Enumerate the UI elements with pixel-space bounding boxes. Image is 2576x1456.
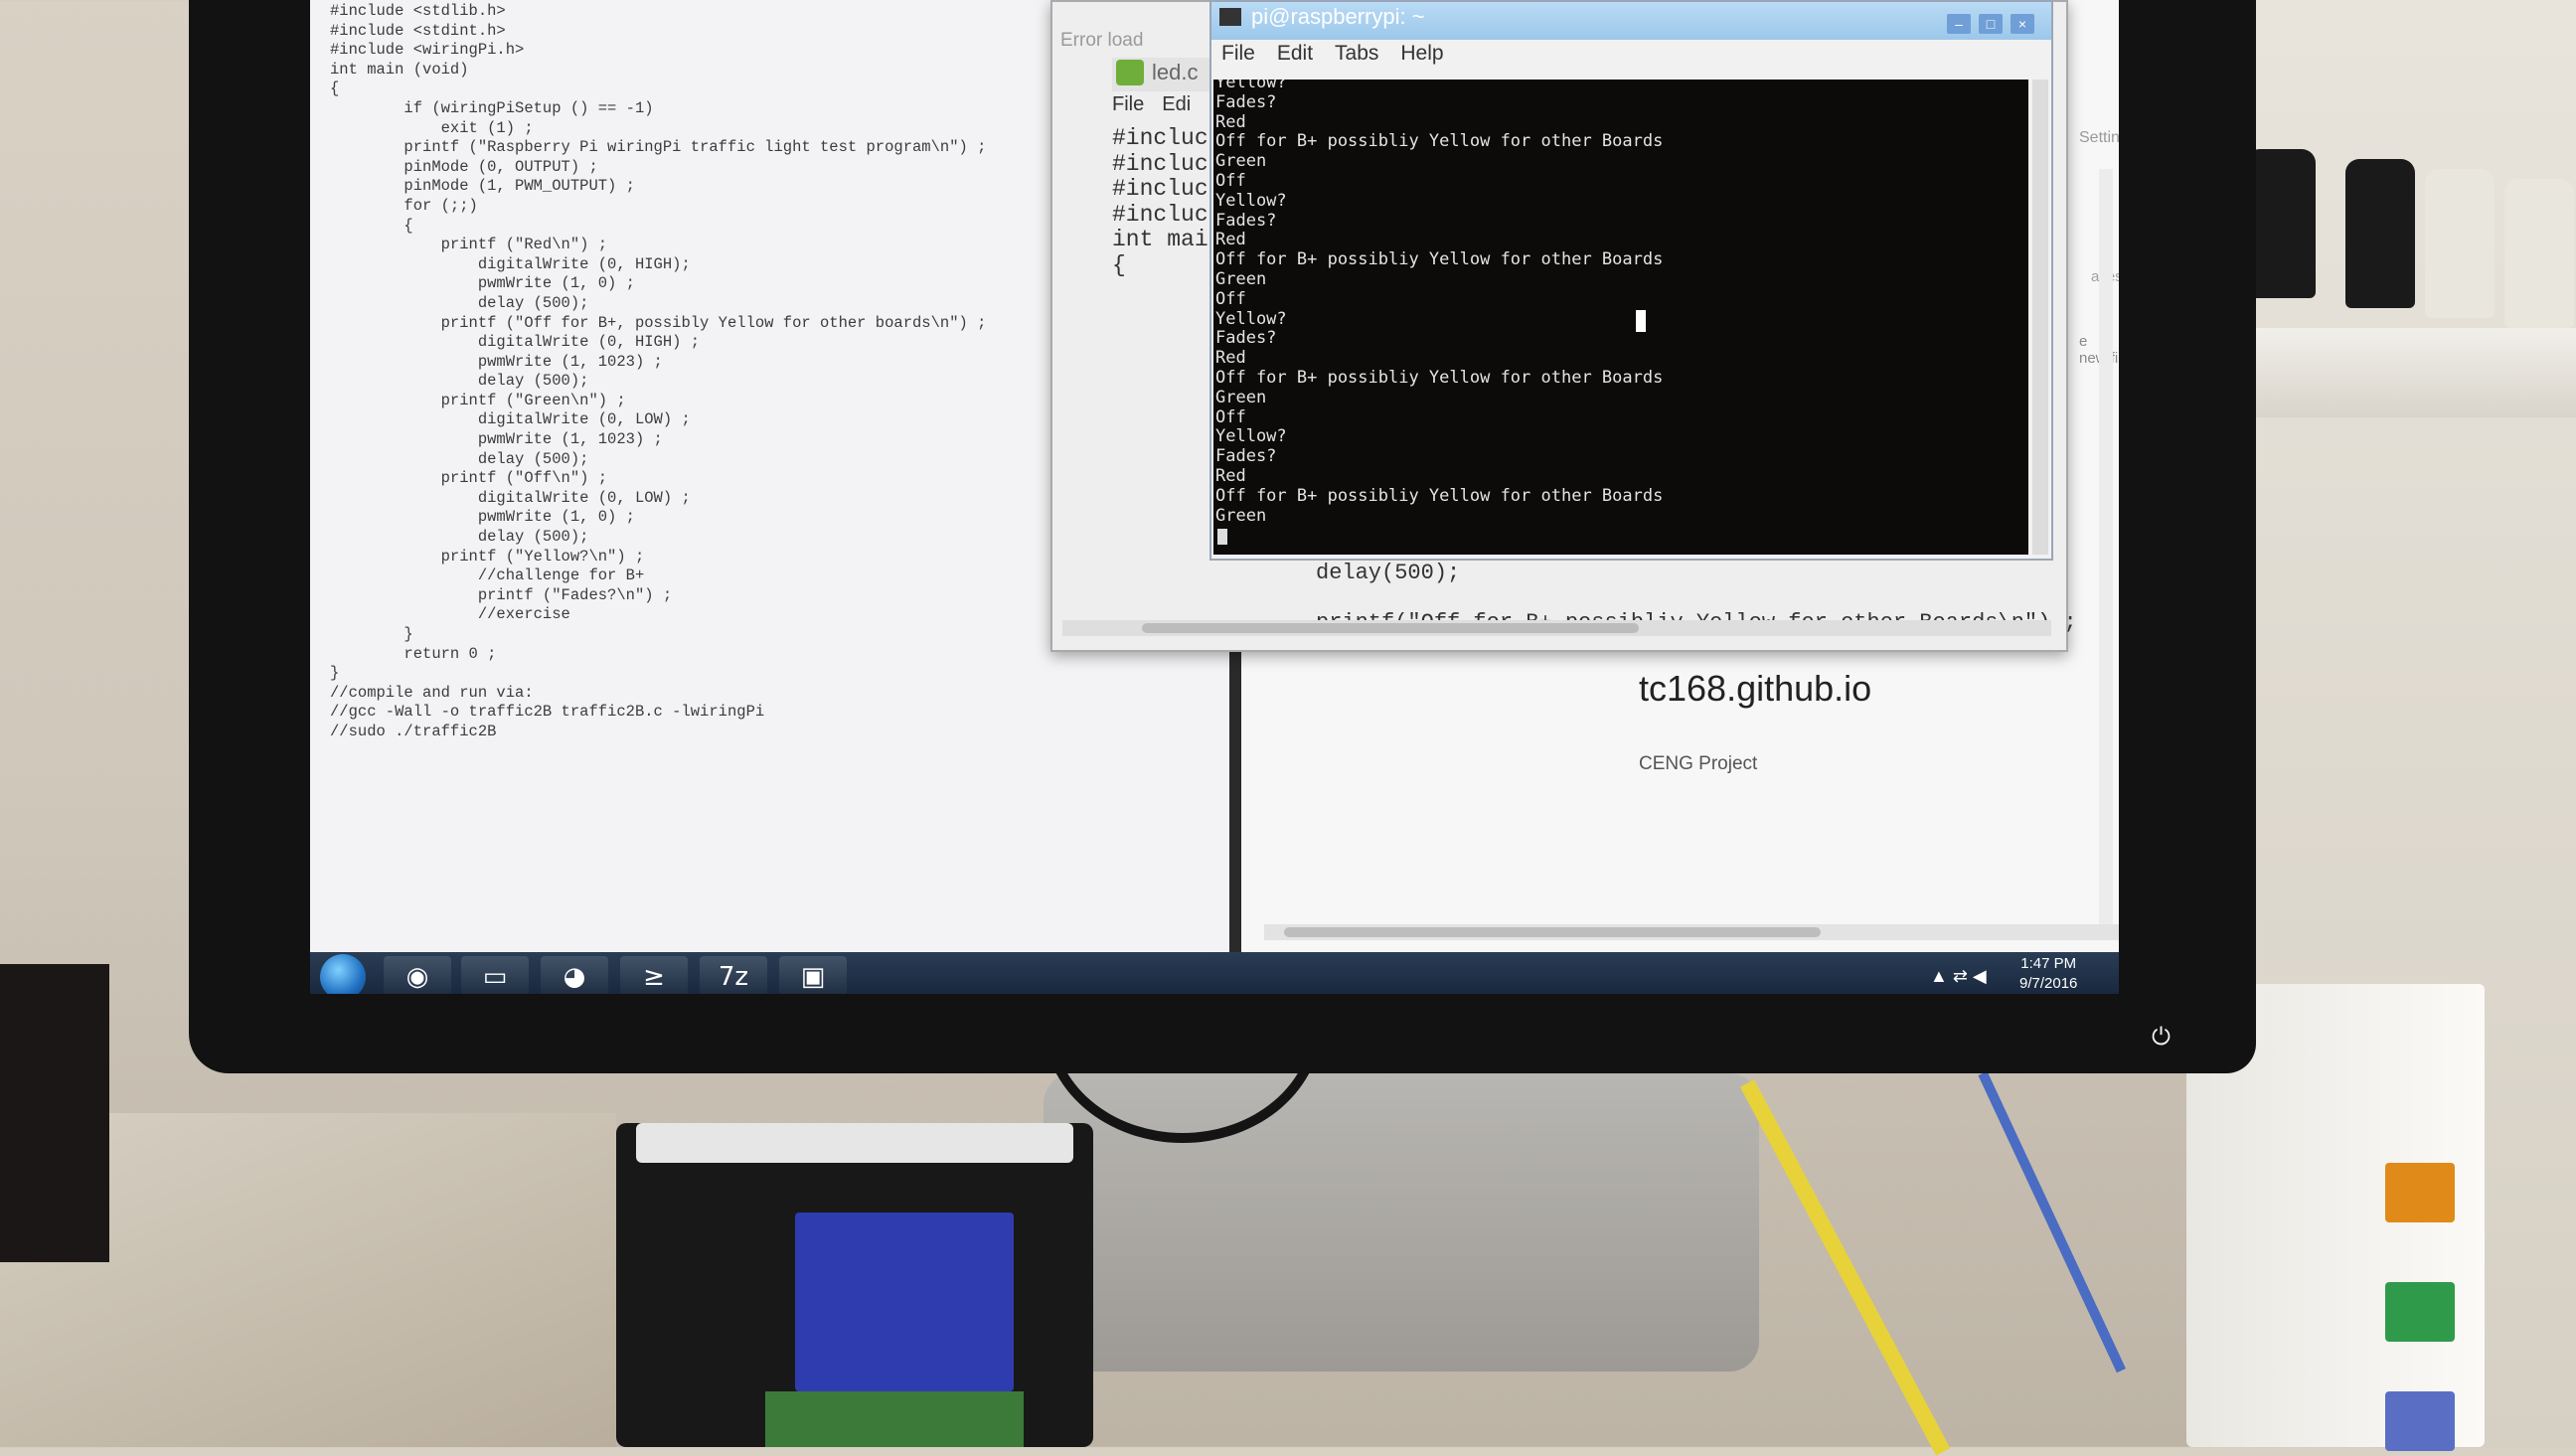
web-horizontal-scrollbar[interactable] — [1264, 924, 2119, 940]
power-plug — [2425, 169, 2495, 318]
menu-edit[interactable]: Edi — [1162, 93, 1191, 115]
system-tray[interactable]: ▲ ⇄ ◀ — [1930, 966, 1987, 987]
menu-file[interactable]: File — [1221, 42, 1255, 65]
clock-date: 9/7/2016 — [2019, 975, 2078, 992]
blue-cable — [1978, 1070, 2126, 1374]
shelf — [2236, 328, 2576, 417]
text-cursor — [1217, 529, 1227, 545]
github-icon[interactable]: ◕ — [541, 956, 608, 994]
powershell-icon[interactable]: ≥ — [620, 956, 688, 994]
raspberry-pi-board — [616, 1123, 1093, 1447]
clock-time: 1:47 PM — [2020, 955, 2077, 972]
power-icon[interactable]: ⏻ — [2152, 1024, 2171, 1052]
power-plug — [2345, 159, 2415, 308]
black-box — [0, 964, 109, 1262]
setting-label: Setting — [2079, 129, 2119, 146]
site-subtitle: CENG Project — [1639, 753, 1758, 774]
file-tab-label: led.c — [1152, 60, 1199, 84]
geany-menubar: File Edi — [1112, 93, 1208, 116]
pi-case-top — [636, 1123, 1073, 1163]
terminal-title: pi@raspberrypi: ~ — [1251, 4, 1425, 29]
close-button[interactable]: × — [2011, 14, 2034, 34]
maximize-button[interactable]: □ — [1979, 14, 2003, 34]
menu-help[interactable]: Help — [1400, 42, 1443, 65]
terminal-window[interactable]: pi@raspberrypi: ~ – □ × File Edit Tabs Help… — [1209, 0, 2053, 561]
terminal-icon — [1219, 8, 1241, 26]
web-vertical-scrollbar[interactable] — [2099, 169, 2113, 924]
file-icon — [1116, 60, 1144, 85]
power-plug — [2246, 149, 2316, 298]
mouse-cursor-icon — [1636, 310, 1646, 332]
taskbar-clock[interactable]: 1:47 PM 9/7/2016 — [2019, 954, 2077, 994]
terminal-titlebar[interactable]: pi@raspberrypi: ~ – □ × — [1211, 2, 2051, 40]
circuit-board — [765, 1391, 1024, 1447]
menu-file[interactable]: File — [1112, 93, 1144, 115]
geany-horizontal-scrollbar[interactable] — [1062, 620, 2051, 636]
terminal-scrollbar[interactable] — [2032, 80, 2048, 555]
ethernet-port — [2385, 1163, 2455, 1222]
scroll-thumb[interactable] — [1142, 623, 1639, 633]
taskbar: ◉ ▭ ◕ ≥ 7z ▣ ▲ ⇄ ◀ 1:47 PM 9/7/2016 — [310, 952, 2119, 994]
remote-desktop-icon[interactable]: ▣ — [779, 956, 847, 994]
site-title[interactable]: tc168.github.io — [1639, 668, 1871, 710]
error-tab[interactable]: Error load — [1060, 30, 1143, 52]
ethernet-port — [2385, 1282, 2455, 1342]
terminal-output: Yellow? Fades? Red Off for B+ possibliy … — [1215, 80, 1664, 526]
yellow-cable — [1739, 1079, 1951, 1456]
monitor-screen: #include <stdlib.h> #include <stdint.h> … — [310, 0, 2119, 994]
ethernet-port — [2385, 1391, 2455, 1451]
minimize-button[interactable]: – — [1947, 14, 1971, 34]
geany-code[interactable]: #incluc #incluc #incluc #incluc int mai … — [1112, 125, 1208, 278]
menu-tabs[interactable]: Tabs — [1335, 42, 1378, 65]
start-button[interactable] — [320, 954, 366, 994]
file-explorer-icon[interactable]: ▭ — [461, 956, 529, 994]
breadboard — [795, 1213, 1014, 1391]
terminal-menubar: File Edit Tabs Help — [1221, 42, 1466, 66]
terminal-console[interactable]: Yellow? Fades? Red Off for B+ possibliy … — [1213, 80, 2028, 555]
menu-edit[interactable]: Edit — [1277, 42, 1313, 65]
7zip-icon[interactable]: 7z — [700, 956, 767, 994]
power-plug — [2504, 179, 2574, 328]
chrome-icon[interactable]: ◉ — [384, 956, 451, 994]
scroll-thumb[interactable] — [1284, 927, 1821, 937]
source-code: #include <stdlib.h> #include <stdint.h> … — [330, 2, 987, 740]
